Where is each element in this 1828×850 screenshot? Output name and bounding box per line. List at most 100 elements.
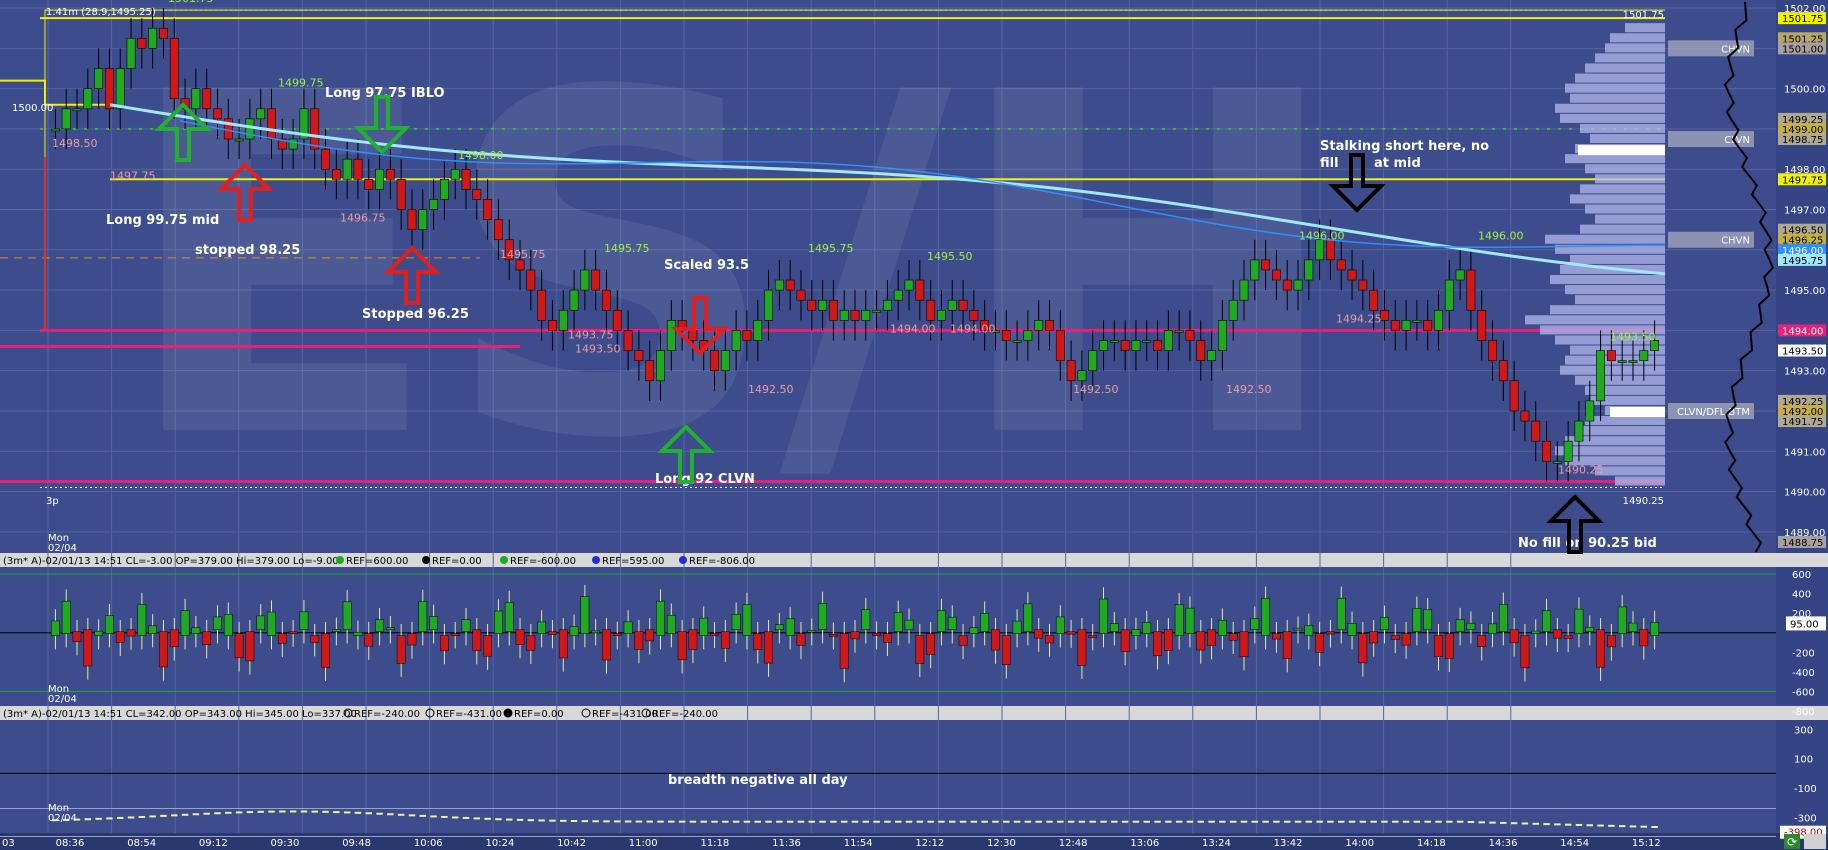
refresh-icon-glyph: ⟳ bbox=[1787, 835, 1797, 849]
breadth-mark bbox=[1564, 823, 1572, 826]
delta-bar-down bbox=[288, 631, 298, 634]
candle-up bbox=[764, 289, 773, 321]
panel3-annotation: breadth negative all day bbox=[668, 773, 848, 788]
breadth-mark bbox=[300, 810, 308, 813]
breadth-mark bbox=[1283, 820, 1291, 823]
breadth-mark bbox=[1543, 823, 1550, 826]
time-axis-label: 09:12 bbox=[199, 838, 228, 849]
breadth-mark bbox=[1251, 820, 1259, 823]
candle-down bbox=[1185, 330, 1195, 341]
volume-profile-bar bbox=[1570, 93, 1665, 103]
breadth-mark bbox=[1640, 825, 1648, 828]
delta-bar-up bbox=[299, 611, 309, 631]
candle-down bbox=[515, 259, 525, 271]
delta-bar-up bbox=[223, 614, 233, 636]
candle-up bbox=[72, 108, 82, 112]
breadth-mark bbox=[711, 820, 718, 823]
candle-up bbox=[450, 168, 460, 180]
delta-bar-down bbox=[126, 629, 136, 637]
volume-profile-bar bbox=[1585, 164, 1665, 174]
candle-down bbox=[137, 37, 147, 49]
breadth-mark bbox=[311, 810, 318, 813]
delta-bar-down bbox=[72, 631, 82, 642]
delta-bar-up bbox=[1542, 610, 1551, 632]
candle-up bbox=[666, 320, 676, 351]
delta-bar-up bbox=[731, 613, 741, 631]
breadth-mark bbox=[1413, 820, 1421, 823]
breadth-mark bbox=[1575, 823, 1583, 826]
candle-up bbox=[342, 158, 352, 180]
breadth-mark bbox=[1067, 820, 1075, 823]
volume-profile-bar bbox=[1610, 33, 1665, 43]
candle-down bbox=[494, 219, 503, 241]
delta-bar-up bbox=[1131, 629, 1141, 636]
delta-bar-down bbox=[483, 635, 492, 657]
delta-bar-down bbox=[277, 633, 287, 644]
candle-up bbox=[1293, 279, 1303, 291]
candle-up bbox=[839, 309, 849, 321]
breadth-mark bbox=[700, 820, 707, 823]
profile-label: CLVN/DFL BTM bbox=[1677, 407, 1750, 418]
price-tag: 1496.00 bbox=[1299, 230, 1345, 243]
price-tag: 1494.25 bbox=[1336, 312, 1382, 325]
time-axis-label: 12:48 bbox=[1059, 838, 1088, 849]
candle-down bbox=[623, 330, 633, 351]
breadth-mark bbox=[106, 817, 113, 820]
delta-bar-up bbox=[213, 616, 222, 631]
breadth-mark bbox=[873, 820, 880, 823]
chart-canvas[interactable]: ES/H 1498.501497.751496.751495.751493.75… bbox=[0, 0, 1828, 850]
breadth-mark bbox=[970, 820, 978, 823]
breadth-mark bbox=[959, 820, 967, 823]
delta-bar-down bbox=[83, 629, 93, 667]
candle-down bbox=[396, 178, 406, 210]
time-axis-label: 11:36 bbox=[772, 838, 801, 849]
candle-up bbox=[774, 279, 784, 291]
candle-up bbox=[148, 27, 158, 49]
breadth-mark bbox=[1402, 820, 1410, 823]
delta-bar-up bbox=[1488, 623, 1497, 634]
delta-bar-up bbox=[537, 621, 547, 634]
delta-bar-up bbox=[1261, 598, 1270, 636]
breadth-mark bbox=[160, 814, 167, 817]
candle-up bbox=[1639, 350, 1649, 361]
candle-up bbox=[1207, 350, 1216, 361]
price-axis-tick: 1500.00 bbox=[1784, 85, 1825, 96]
breadth-mark bbox=[1554, 823, 1561, 826]
panel3-header-ref: REF=-240.00 bbox=[354, 709, 420, 720]
delta-bar-down bbox=[688, 629, 698, 650]
candle-down bbox=[1498, 360, 1508, 382]
breadth-mark bbox=[1381, 820, 1388, 823]
candle-up bbox=[818, 299, 827, 311]
breadth-mark bbox=[246, 811, 254, 814]
price-axis-tick: 1490.00 bbox=[1784, 488, 1825, 499]
trading-chart-window: ES/H 1498.50 1497.75 1496.75 1495.75 1493.75… bbox=[0, 0, 1828, 850]
delta-bar-down bbox=[526, 635, 536, 651]
delta-bar-down bbox=[1326, 631, 1335, 635]
breadth-mark bbox=[484, 817, 491, 820]
breadth-mark bbox=[1078, 820, 1086, 823]
delta-bar-up bbox=[191, 627, 201, 634]
delta-bar-up bbox=[429, 616, 438, 631]
candle-down bbox=[915, 279, 925, 301]
breadth-mark bbox=[1035, 820, 1042, 823]
breadth-mark bbox=[1294, 820, 1302, 823]
chart-settings-icon[interactable] bbox=[1804, 834, 1826, 849]
breadth-mark bbox=[754, 820, 761, 823]
annotation-text: Stopped 96.25 bbox=[362, 307, 469, 322]
breadth-mark bbox=[1273, 820, 1280, 823]
volume-profile-bar bbox=[1560, 113, 1665, 123]
panel3-axis-tick: -100 bbox=[1794, 784, 1817, 795]
price-axis-tick: 1495.00 bbox=[1784, 286, 1825, 297]
breadth-mark bbox=[894, 820, 902, 823]
delta-bar-down bbox=[645, 629, 655, 642]
price-tag: 1494.00 bbox=[950, 322, 996, 335]
annotation-text: Long 99.75 mid bbox=[106, 213, 219, 228]
delta-bar-down bbox=[558, 629, 568, 659]
candle-down bbox=[1509, 380, 1519, 412]
breadth-mark bbox=[603, 820, 610, 823]
candle-up bbox=[1131, 340, 1141, 351]
candle-up bbox=[1228, 299, 1238, 321]
price-axis-tick: 1493.00 bbox=[1784, 367, 1825, 378]
delta-bar-up bbox=[861, 609, 871, 631]
breadth-mark bbox=[819, 820, 826, 823]
